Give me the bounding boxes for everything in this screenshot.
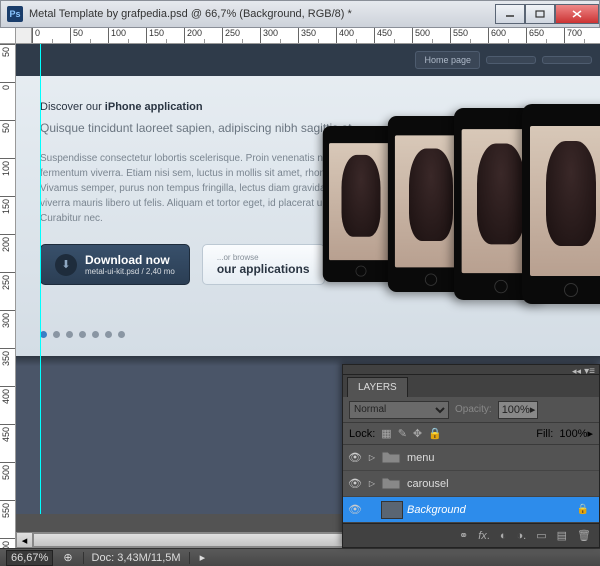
panel-tabs: LAYERS: [343, 375, 599, 397]
layer-thumbnail[interactable]: [381, 501, 403, 519]
design-navbar: Home page: [16, 44, 600, 76]
lock-transparent-icon[interactable]: ▦: [381, 427, 391, 440]
nav-button: [542, 56, 592, 64]
phone-mockup: [522, 104, 600, 304]
dot: [53, 331, 60, 338]
lock-icon: 🔒: [577, 504, 589, 515]
link-layers-icon[interactable]: ⚭: [459, 529, 468, 542]
phone-mockups: [340, 104, 600, 304]
folder-icon: [381, 449, 403, 467]
browse-label: our applications: [217, 262, 310, 276]
download-meta: metal-ui-kit.psd / 2,40 mo: [85, 267, 175, 276]
lock-brush-icon[interactable]: ✎: [398, 427, 407, 440]
lock-label: Lock:: [349, 428, 375, 440]
download-icon: ⬇: [55, 254, 77, 276]
close-button[interactable]: [555, 4, 599, 24]
expand-icon[interactable]: ▷: [367, 453, 377, 462]
layer-row[interactable]: 👁 ▷ menu: [343, 445, 599, 471]
visibility-icon[interactable]: 👁: [347, 477, 363, 490]
layer-style-icon[interactable]: fx.: [478, 530, 490, 542]
layers-tab[interactable]: LAYERS: [347, 377, 408, 397]
lock-move-icon[interactable]: ✥: [413, 427, 422, 440]
layer-row[interactable]: 👁 ▷ carousel: [343, 471, 599, 497]
scroll-thumb[interactable]: [33, 533, 353, 547]
carousel-dots: [40, 331, 125, 338]
new-group-icon[interactable]: ▭: [536, 529, 546, 542]
lock-all-icon[interactable]: 🔒: [428, 427, 442, 440]
dot: [79, 331, 86, 338]
zoom-level[interactable]: 66,67%: [6, 550, 53, 566]
status-icon: ⊕: [63, 551, 72, 564]
scroll-left-icon[interactable]: ◂: [17, 533, 33, 547]
opacity-input[interactable]: 100%▸: [498, 401, 538, 419]
layer-row-selected[interactable]: 👁 Background 🔒: [343, 497, 599, 523]
lock-row: Lock: ▦ ✎ ✥ 🔒 Fill: 100%▸: [343, 423, 599, 445]
folder-icon: [381, 475, 403, 493]
horizontal-ruler[interactable]: 0501001502002503003504004505005506006507…: [32, 28, 600, 44]
minimize-button[interactable]: [495, 4, 525, 24]
title-bar: Ps Metal Template by grafpedia.psd @ 66,…: [0, 0, 600, 28]
browse-meta: ...or browse: [217, 253, 310, 262]
adjustment-layer-icon[interactable]: ◑.: [517, 530, 527, 542]
status-bar: 66,67% ⊕ Doc: 3,43M/11,5M ▸: [0, 548, 600, 566]
window-title: Metal Template by grafpedia.psd @ 66,7% …: [29, 8, 495, 20]
ruler-corner: [16, 28, 32, 44]
vertical-guide[interactable]: [40, 44, 41, 514]
status-dropdown-icon[interactable]: ▸: [200, 551, 206, 564]
vertical-ruler[interactable]: 50050100150200250300350400450500550600: [0, 44, 16, 548]
visibility-icon[interactable]: 👁: [347, 503, 363, 516]
dot-active: [40, 331, 47, 338]
collapse-icon[interactable]: ◂◂: [572, 366, 581, 377]
doc-size[interactable]: Doc: 3,43M/11,5M: [83, 552, 190, 564]
download-label: Download now: [85, 253, 175, 267]
dot: [66, 331, 73, 338]
dot: [92, 331, 99, 338]
new-layer-icon[interactable]: ▤: [557, 529, 567, 542]
opacity-label: Opacity:: [455, 404, 492, 415]
layer-name[interactable]: Background: [407, 504, 573, 516]
expand-icon[interactable]: ▷: [367, 479, 377, 488]
hero-section: Home page Discover our iPhone applicatio…: [16, 44, 600, 356]
layer-name[interactable]: carousel: [407, 478, 595, 490]
fill-label: Fill:: [536, 428, 553, 440]
maximize-button[interactable]: [525, 4, 555, 24]
layers-panel[interactable]: ◂◂▾≡ LAYERS Normal Opacity: 100%▸ Lock: …: [342, 364, 600, 548]
dot: [105, 331, 112, 338]
visibility-icon[interactable]: 👁: [347, 451, 363, 464]
browse-button: ...or browse our applications: [202, 244, 325, 285]
panel-grip[interactable]: ◂◂▾≡: [343, 365, 599, 375]
layers-panel-footer: ⚭ fx. ◐ ◑. ▭ ▤ 🗑: [343, 523, 599, 547]
layer-name[interactable]: menu: [407, 452, 595, 464]
panel-menu-icon[interactable]: ▾≡: [584, 366, 595, 377]
layer-mask-icon[interactable]: ◐: [500, 530, 507, 542]
download-button: ⬇ Download now metal-ui-kit.psd / 2,40 m…: [40, 244, 190, 285]
layer-list[interactable]: 👁 ▷ menu 👁 ▷ carousel 👁 Background 🔒: [343, 445, 599, 523]
dot: [118, 331, 125, 338]
nav-home-button: Home page: [415, 51, 480, 69]
photoshop-icon: Ps: [7, 6, 23, 22]
ruler-origin[interactable]: [0, 28, 16, 44]
layer-options-row: Normal Opacity: 100%▸: [343, 397, 599, 423]
fill-input[interactable]: 100%▸: [559, 427, 593, 440]
blend-mode-select[interactable]: Normal: [349, 401, 449, 419]
nav-button: [486, 56, 536, 64]
delete-layer-icon[interactable]: 🗑: [577, 529, 591, 542]
